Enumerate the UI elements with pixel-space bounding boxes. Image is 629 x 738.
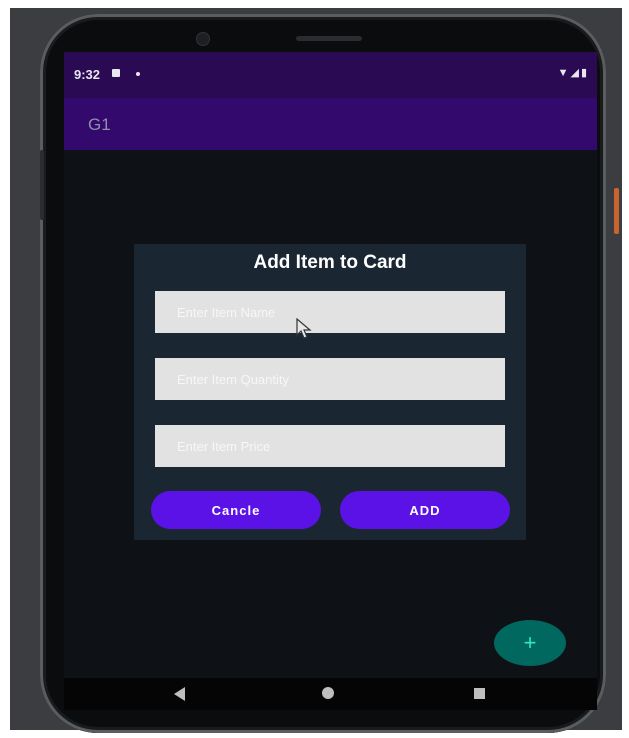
status-bar: 9:32 ▼◢▮ xyxy=(64,52,597,98)
add-item-dialog: Add Item to Card Cancle ADD xyxy=(134,244,526,540)
back-icon[interactable] xyxy=(174,687,185,701)
phone-screen: 9:32 ▼◢▮ G1 Add Item to Card Cancle ADD … xyxy=(64,52,597,710)
app-title: G1 xyxy=(88,115,111,134)
status-time: 9:32 xyxy=(74,67,101,82)
add-fab-button[interactable]: + xyxy=(494,620,566,666)
navigation-bar xyxy=(64,678,597,710)
status-icons: ▼◢▮ xyxy=(557,67,589,79)
power-button xyxy=(614,188,619,234)
add-button[interactable]: ADD xyxy=(340,491,510,529)
notification-dot-icon xyxy=(136,72,140,76)
dialog-title: Add Item to Card xyxy=(253,252,407,273)
cancel-button[interactable]: Cancle xyxy=(151,491,321,529)
home-icon[interactable] xyxy=(322,687,334,699)
item-price-input[interactable] xyxy=(155,425,505,467)
recents-icon[interactable] xyxy=(474,688,485,699)
earpiece-speaker xyxy=(296,36,362,41)
front-camera xyxy=(196,32,210,46)
notification-icon xyxy=(112,69,120,77)
item-name-input[interactable] xyxy=(155,291,505,333)
app-bar: G1 xyxy=(64,98,597,150)
item-quantity-input[interactable] xyxy=(155,358,505,400)
mouse-cursor-icon xyxy=(296,318,312,339)
volume-button xyxy=(40,150,44,220)
